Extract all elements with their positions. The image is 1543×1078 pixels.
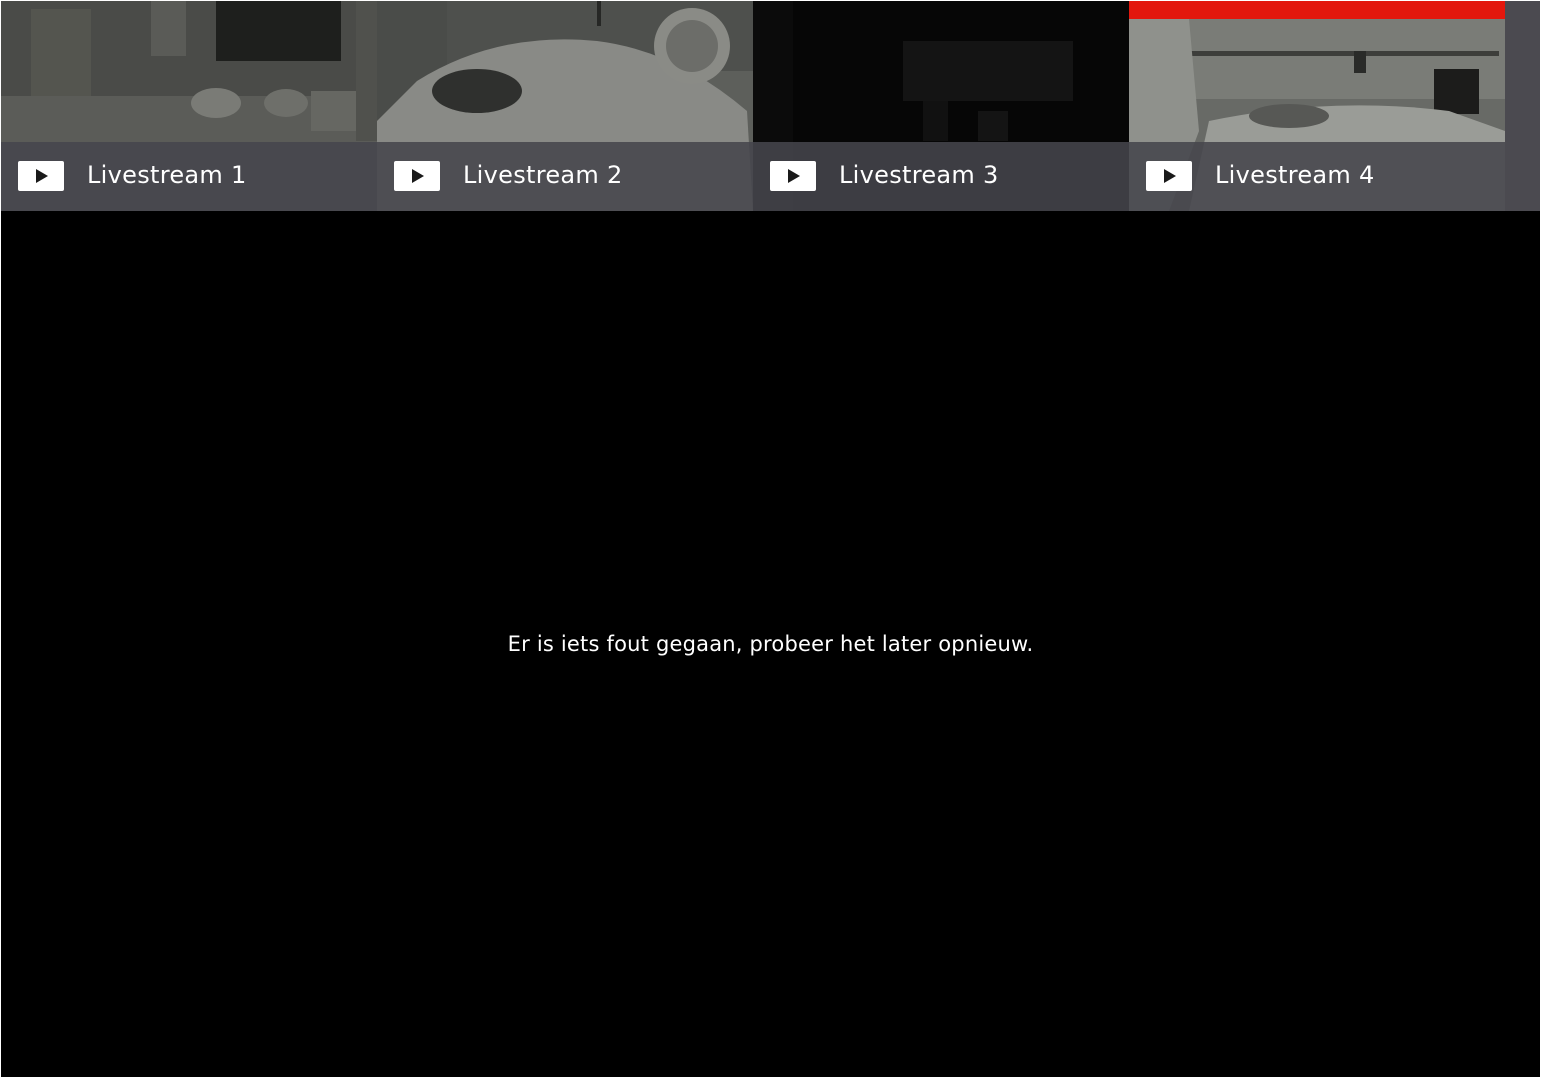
livestream-selector: Livestream 1 Livestream 2 Livestream 3 L…: [1, 1, 1540, 211]
play-icon[interactable]: [770, 161, 816, 191]
livestream-3-caption: Livestream 3: [753, 142, 1129, 211]
livestream-4-caption: Livestream 4: [1129, 142, 1505, 211]
livestream-2-caption: Livestream 2: [377, 142, 753, 211]
livestream-tile-2[interactable]: Livestream 2: [377, 1, 753, 211]
video-player[interactable]: Er is iets fout gegaan, probeer het late…: [1, 211, 1540, 1077]
play-icon[interactable]: [18, 161, 64, 191]
livestream-1-label: Livestream 1: [87, 161, 247, 189]
livestream-tile-3[interactable]: Livestream 3: [753, 1, 1129, 211]
active-stream-indicator: [1129, 1, 1505, 19]
livestream-1-caption: Livestream 1: [1, 142, 377, 211]
play-icon[interactable]: [1146, 161, 1192, 191]
livestream-4-label: Livestream 4: [1215, 161, 1375, 189]
livestream-2-label: Livestream 2: [463, 161, 623, 189]
page-frame: Livestream 1 Livestream 2 Livestream 3 L…: [1, 1, 1540, 1077]
livestream-3-label: Livestream 3: [839, 161, 999, 189]
livestream-tile-4[interactable]: Livestream 4: [1129, 1, 1505, 211]
livestream-tile-1[interactable]: Livestream 1: [1, 1, 377, 211]
play-icon[interactable]: [394, 161, 440, 191]
error-message: Er is iets fout gegaan, probeer het late…: [507, 632, 1034, 656]
